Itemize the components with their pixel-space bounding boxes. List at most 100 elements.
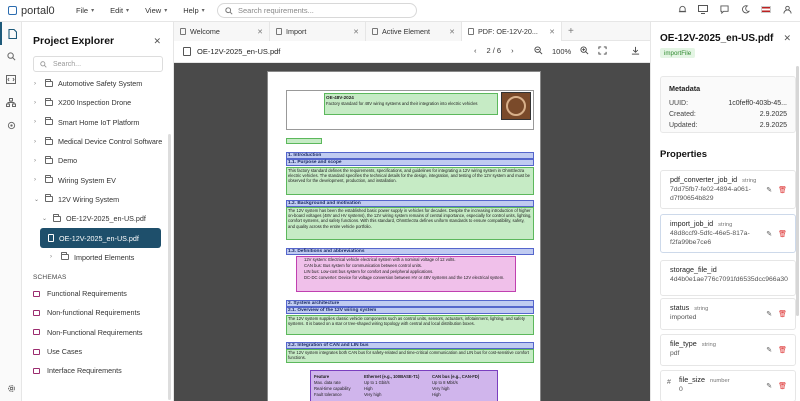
table-cell: Very high bbox=[364, 392, 382, 397]
property-card[interactable]: status string imported ✎ 🗑 bbox=[660, 298, 796, 330]
menu-file-label: File bbox=[76, 6, 89, 15]
download-button[interactable] bbox=[631, 46, 640, 57]
zoom-in-icon bbox=[580, 46, 589, 55]
tree-item-demo[interactable]: › Demo bbox=[22, 151, 173, 170]
schemas-heading: SCHEMAS bbox=[33, 273, 67, 281]
chevron-down-icon: ⌄ bbox=[42, 216, 48, 223]
trash-icon[interactable]: 🗑 bbox=[778, 382, 787, 390]
menu-help[interactable]: Help ▾ bbox=[179, 6, 216, 15]
edit-icon[interactable]: ✎ bbox=[766, 230, 772, 238]
schema-functional[interactable]: Functional Requirements bbox=[22, 284, 173, 303]
tab-pdf[interactable]: PDF: OE-12V-20... ✕ bbox=[462, 22, 562, 41]
file-icon bbox=[372, 28, 378, 35]
brand[interactable]: portal0 bbox=[0, 5, 72, 17]
edit-icon[interactable]: ✎ bbox=[766, 346, 772, 354]
global-search-input[interactable]: Search requirements... bbox=[217, 3, 417, 18]
menu-edit[interactable]: Edit ▾ bbox=[106, 6, 141, 15]
tab-import[interactable]: Import ✕ bbox=[270, 22, 366, 41]
property-name: status bbox=[670, 303, 690, 312]
metadata-value[interactable]: 1c0feff0-403b-45... bbox=[728, 100, 787, 107]
close-icon[interactable]: ✕ bbox=[449, 28, 455, 36]
pdf-toolbar: OE-12V-2025_en-US.pdf ‹ 2 / 6 › 100% bbox=[174, 41, 650, 63]
properties-scrollbar[interactable] bbox=[796, 66, 799, 316]
tab-welcome[interactable]: Welcome ✕ bbox=[174, 22, 270, 41]
highlight-version[interactable] bbox=[286, 138, 322, 144]
flag-icon bbox=[761, 5, 771, 13]
schema-label: Non-functional Requirements bbox=[47, 308, 141, 318]
table-header-cell: Feature bbox=[314, 374, 330, 379]
schema-interface[interactable]: Interface Requirements bbox=[22, 361, 173, 380]
user-icon[interactable] bbox=[782, 4, 792, 14]
tree-item-automotive-safety[interactable]: › Automotive Safety System bbox=[22, 74, 173, 93]
trash-icon[interactable]: 🗑 bbox=[778, 230, 787, 238]
table-cell: Max. data rate bbox=[314, 380, 341, 385]
tree-item-pdf-folder[interactable]: ⌄ OE-12V-2025_en-US.pdf bbox=[22, 209, 173, 228]
chevron-down-icon: ⌄ bbox=[34, 196, 40, 203]
explorer-search-input[interactable]: Search... bbox=[33, 56, 163, 72]
files-icon[interactable] bbox=[0, 22, 22, 45]
pdf-viewer[interactable]: OE-48V-2024 Factory standard for 48V wir… bbox=[174, 63, 650, 401]
tab-active-element[interactable]: Active Element ✕ bbox=[366, 22, 462, 41]
moon-icon[interactable] bbox=[740, 4, 750, 14]
language-selector[interactable] bbox=[761, 4, 771, 14]
extensions-icon[interactable] bbox=[0, 114, 22, 137]
panel-title: OE-12V-2025_en-US.pdf bbox=[660, 33, 774, 44]
previous-page-button[interactable]: ‹ bbox=[474, 46, 477, 55]
menu-view[interactable]: View ▾ bbox=[141, 6, 179, 15]
property-card[interactable]: file_type string pdf ✎ 🗑 bbox=[660, 334, 796, 366]
tree-item-12v-wiring[interactable]: ⌄ 12V Wiring System bbox=[22, 190, 173, 209]
property-card[interactable]: storage_file_id 4d4b0e1ae776c7091fd6535d… bbox=[660, 260, 796, 296]
monitor-icon[interactable] bbox=[698, 4, 708, 14]
trash-icon[interactable]: 🗑 bbox=[778, 186, 787, 194]
schema-non-functional-2[interactable]: Non-Functional Requirements bbox=[22, 323, 173, 342]
settings-gear-icon[interactable] bbox=[0, 384, 22, 395]
tree-item-medical-device[interactable]: › Medical Device Control Software bbox=[22, 132, 173, 151]
tree-item-smart-home[interactable]: › Smart Home IoT Platform bbox=[22, 113, 173, 132]
next-page-button[interactable]: › bbox=[511, 46, 514, 55]
zoom-out-button[interactable] bbox=[534, 46, 543, 57]
search-icon[interactable] bbox=[0, 45, 22, 68]
property-type: number bbox=[709, 378, 730, 384]
section-title: 1.3. Definitions and abbreviations bbox=[288, 249, 365, 254]
close-icon[interactable]: ✕ bbox=[783, 33, 791, 44]
close-icon[interactable]: ✕ bbox=[257, 28, 263, 36]
highlight-section-heading[interactable] bbox=[286, 152, 534, 159]
chevron-down-icon: ▾ bbox=[126, 8, 130, 14]
property-name: file_size bbox=[679, 375, 705, 384]
section-title: 1.2. Background and motivation bbox=[288, 201, 361, 206]
explorer-title: Project Explorer bbox=[33, 35, 115, 47]
tree-item-wiring-ev[interactable]: › Wiring System EV bbox=[22, 170, 173, 189]
menu-file[interactable]: File ▾ bbox=[72, 6, 106, 15]
tree-item-imported-elements[interactable]: › Imported Elements bbox=[22, 248, 173, 267]
close-icon[interactable]: ✕ bbox=[153, 36, 161, 47]
edit-icon[interactable]: ✎ bbox=[766, 186, 772, 194]
bell-icon[interactable] bbox=[677, 4, 687, 14]
close-icon[interactable]: ✕ bbox=[549, 28, 555, 36]
add-tab-button[interactable]: + bbox=[562, 22, 574, 40]
property-card[interactable]: # file_size number 0 ✎ 🗑 bbox=[660, 370, 796, 401]
pdf-page: OE-48V-2024 Factory standard for 48V wir… bbox=[267, 71, 541, 401]
zoom-in-button[interactable] bbox=[580, 46, 589, 57]
trash-icon[interactable]: 🗑 bbox=[778, 346, 787, 354]
chat-icon[interactable] bbox=[719, 4, 729, 14]
zoom-level: 100% bbox=[552, 47, 572, 56]
diagram-icon[interactable] bbox=[0, 91, 22, 114]
schema-non-functional[interactable]: Non-functional Requirements bbox=[22, 303, 173, 322]
code-icon[interactable] bbox=[0, 68, 22, 91]
tree-item-pdf-file[interactable]: OE-12V-2025_en-US.pdf bbox=[40, 228, 161, 248]
fit-screen-button[interactable] bbox=[598, 46, 607, 57]
properties-panel: OE-12V-2025_en-US.pdf ✕ importFile Metad… bbox=[650, 22, 800, 401]
property-card[interactable]: pdf_converter_job_id string 7dd75fb7-fe02… bbox=[660, 170, 796, 209]
edit-icon[interactable]: ✎ bbox=[766, 382, 772, 390]
property-card[interactable]: import_job_id string 48d8ccf9-5dfc-46e5-8… bbox=[660, 214, 796, 253]
schema-label: Interface Requirements bbox=[47, 366, 122, 376]
explorer-scrollbar[interactable] bbox=[168, 134, 171, 400]
schema-use-cases[interactable]: Use Cases bbox=[22, 342, 173, 361]
close-icon[interactable]: ✕ bbox=[353, 28, 359, 36]
download-icon bbox=[631, 46, 640, 55]
tree-item-label: OE-12V-2025_en-US.pdf bbox=[66, 214, 146, 224]
edit-icon[interactable]: ✎ bbox=[766, 310, 772, 318]
trash-icon[interactable]: 🗑 bbox=[778, 310, 787, 318]
tree-item-x200-drone[interactable]: › X200 Inspection Drone bbox=[22, 93, 173, 112]
chevron-right-icon: › bbox=[34, 157, 36, 164]
